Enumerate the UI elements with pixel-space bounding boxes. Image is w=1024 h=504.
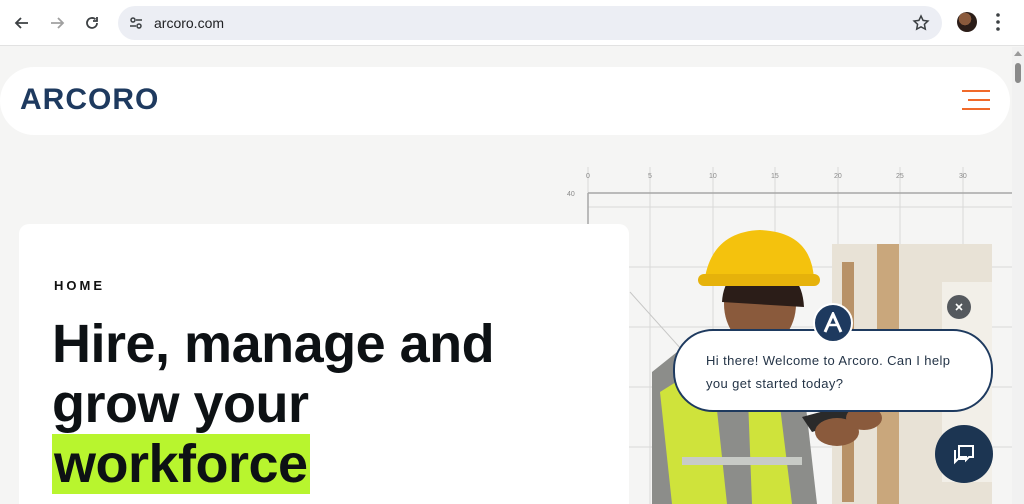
reload-icon — [86, 17, 98, 29]
chat-message: Hi there! Welcome to Arcoro. Can I help … — [706, 353, 951, 391]
headline-line: Hire, manage and — [52, 314, 495, 374]
chat-launcher-button[interactable] — [935, 425, 993, 483]
forward-button[interactable] — [45, 11, 69, 35]
grid-tick: 15 — [771, 173, 779, 180]
grid-tick: 10 — [709, 173, 717, 180]
back-arrow-icon — [14, 17, 28, 29]
grid-tick: 25 — [896, 173, 904, 180]
star-icon[interactable] — [912, 14, 930, 32]
scrollbar[interactable] — [1012, 47, 1024, 504]
site-header: ARCORO — [0, 67, 1010, 135]
headline-highlight: workforce — [52, 434, 310, 494]
headline-line: grow your — [52, 374, 309, 434]
reload-button[interactable] — [80, 11, 104, 35]
back-button[interactable] — [10, 11, 34, 35]
hero-card: HOME Hire, manage and grow your workforc… — [19, 224, 629, 504]
grid-tick: 0 — [586, 173, 590, 180]
forward-arrow-icon — [51, 17, 65, 29]
eyebrow-label: HOME — [54, 278, 105, 293]
address-bar[interactable]: arcoro.com — [118, 6, 942, 40]
arcoro-a-icon — [823, 312, 843, 333]
chat-close-button[interactable] — [947, 295, 971, 319]
scroll-thumb[interactable] — [1015, 63, 1021, 83]
kebab-menu-icon[interactable] — [995, 12, 1001, 32]
page-title: Hire, manage and grow your workforce — [52, 314, 495, 494]
grid-tick: 30 — [959, 173, 967, 180]
avatar[interactable] — [957, 12, 977, 32]
scroll-up-icon[interactable] — [1014, 51, 1022, 56]
chat-agent-avatar — [813, 303, 853, 343]
grid-tick: 20 — [834, 173, 842, 180]
grid-tick: 5 — [648, 173, 652, 180]
browser-toolbar: arcoro.com — [0, 0, 1024, 46]
grid-tick: 40 — [567, 191, 575, 198]
url-text[interactable]: arcoro.com — [154, 15, 224, 31]
arcoro-logo[interactable]: ARCORO — [20, 83, 159, 117]
hamburger-icon[interactable] — [962, 89, 990, 111]
chat-icon — [954, 445, 974, 465]
page-viewport: ARCORO 0 5 10 15 20 25 30 40 HOME Hire, … — [0, 47, 1012, 504]
tune-icon[interactable] — [128, 15, 144, 31]
close-icon — [955, 303, 963, 311]
